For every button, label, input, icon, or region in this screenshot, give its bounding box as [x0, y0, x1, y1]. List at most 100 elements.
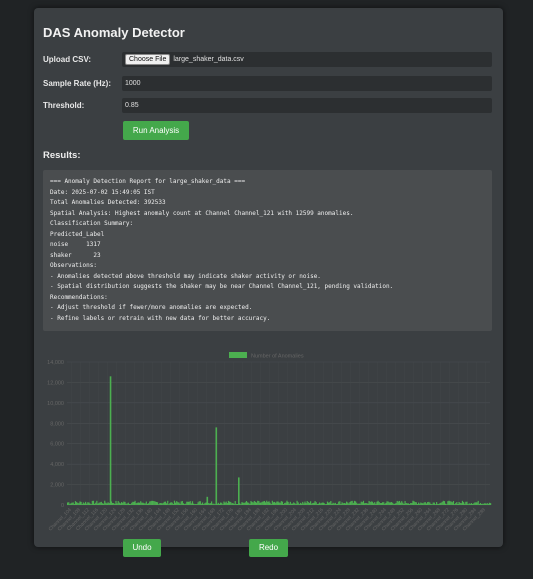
- chart-bar: [388, 502, 390, 505]
- chart-bar: [103, 503, 105, 505]
- chart-bar: [386, 501, 388, 505]
- chart-bar: [431, 504, 433, 505]
- chart-bar: [474, 502, 476, 505]
- chart-bar: [170, 502, 172, 505]
- chart-bar: [235, 503, 237, 505]
- main-panel: DAS Anomaly Detector Upload CSV: Choose …: [34, 8, 503, 557]
- chart-bar: [208, 503, 210, 505]
- chart-bar: [185, 503, 187, 505]
- chart-bar: [149, 501, 151, 505]
- sample-rate-label: Sample Rate (Hz):: [43, 79, 112, 88]
- chart-bar: [350, 501, 352, 505]
- chart-bar: [146, 503, 149, 505]
- chart-bar: [326, 501, 329, 505]
- chart-bar: [234, 501, 236, 505]
- chart-bar: [119, 503, 122, 505]
- choose-file-button[interactable]: Choose File: [125, 54, 171, 65]
- legend-label: Number of Anomalies: [251, 354, 304, 360]
- chart-bar: [360, 501, 362, 505]
- chart-bar: [313, 502, 315, 505]
- chart-bar: [204, 503, 206, 505]
- chart-bar: [190, 503, 192, 505]
- chart-bar: [70, 503, 72, 505]
- chart-bar: [229, 501, 231, 505]
- chart-bar: [312, 503, 314, 505]
- app-title: DAS Anomaly Detector: [43, 25, 185, 40]
- chart-bar: [385, 502, 387, 505]
- chart-bar: [98, 502, 100, 505]
- chart-bar: [414, 502, 416, 505]
- chart-bar: [145, 501, 147, 505]
- chart-bar: [400, 502, 402, 505]
- upload-label: Upload CSV:: [43, 55, 92, 64]
- chart-bar: [271, 500, 273, 505]
- threshold-input[interactable]: 0.85: [122, 98, 492, 113]
- chart-bar: [287, 501, 289, 505]
- chart-bar: [356, 502, 358, 505]
- sample-rate-input[interactable]: 1000: [122, 76, 492, 91]
- chart-bar: [447, 501, 449, 505]
- chart-bar: [193, 503, 195, 505]
- chart-bar: [289, 501, 291, 505]
- chart-bar: [91, 500, 93, 505]
- chart-bar: [128, 503, 131, 505]
- chart-bar: [432, 502, 434, 505]
- chart-bar: [133, 501, 135, 505]
- chart-bar: [409, 504, 411, 505]
- undo-button[interactable]: Undo: [123, 539, 161, 557]
- chart-bar: [140, 501, 142, 505]
- chart-bar: [127, 502, 129, 505]
- chart-bar: [74, 501, 77, 505]
- chart-bar: [180, 501, 182, 505]
- chart-bar: [134, 500, 136, 505]
- chart-bar: [396, 500, 398, 505]
- chart-bar: [231, 503, 233, 505]
- chart-bar: [107, 502, 109, 505]
- chart-bar: [406, 503, 408, 505]
- chart-bar: [243, 502, 245, 505]
- redo-button[interactable]: Redo: [249, 539, 288, 557]
- chart-bar: [387, 501, 389, 505]
- chart-bar: [306, 500, 308, 505]
- chart-bar: [348, 503, 350, 505]
- chart-bar: [314, 501, 316, 505]
- chart-bar: [256, 502, 258, 505]
- chart-bar: [173, 500, 176, 505]
- chart-bar: [69, 503, 71, 505]
- chart-bar: [347, 502, 349, 505]
- y-tick-label: 14,000: [47, 360, 64, 366]
- chart-bar: [457, 504, 459, 505]
- chart-bar: [459, 502, 461, 505]
- report-line: Date: 2025-07-02 15:49:05 IST: [50, 188, 155, 196]
- chart-bar: [412, 500, 414, 505]
- chart-bar-peak: [206, 496, 209, 505]
- chart-bar: [90, 504, 92, 505]
- chart-bar: [304, 501, 306, 505]
- chart-bar: [259, 502, 261, 505]
- chart-bar: [125, 503, 127, 505]
- chart-bar: [394, 503, 396, 505]
- chart-bar: [455, 503, 457, 505]
- chart-bar: [153, 501, 155, 505]
- chart-bar: [305, 503, 307, 505]
- chart-bar: [410, 502, 412, 505]
- chart-bar: [295, 504, 297, 505]
- file-name: large_shaker_data.csv: [173, 56, 244, 63]
- chart-bar: [366, 503, 368, 505]
- chart-bar: [278, 502, 280, 505]
- run-analysis-button[interactable]: Run Analysis: [123, 121, 189, 140]
- chart-bar: [262, 501, 264, 505]
- chart-bar: [122, 502, 124, 505]
- chart-bar: [420, 502, 422, 505]
- chart-bar: [181, 501, 183, 505]
- chart-bar: [464, 503, 466, 505]
- chart-bar: [321, 502, 323, 505]
- chart-bar: [419, 503, 421, 505]
- chart-bar: [277, 501, 279, 505]
- chart-bar: [95, 502, 97, 505]
- chart-bar: [341, 502, 343, 505]
- chart-bar: [189, 501, 191, 505]
- file-input[interactable]: Choose File large_shaker_data.csv: [122, 52, 492, 67]
- chart-bar: [324, 504, 326, 505]
- chart-bar: [329, 502, 331, 505]
